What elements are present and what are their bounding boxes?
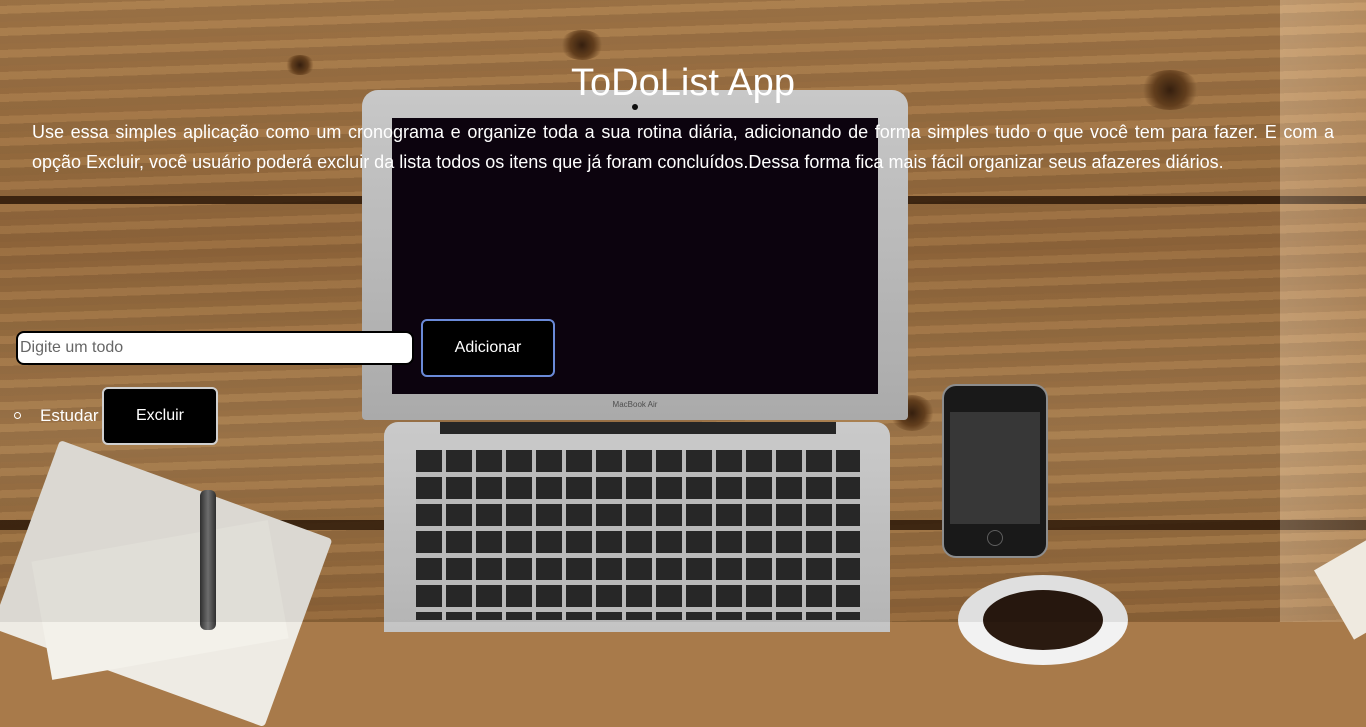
delete-button[interactable]: Excluir (102, 387, 218, 445)
todo-text: Estudar (40, 406, 99, 425)
todo-input[interactable] (16, 331, 414, 365)
app-container: ToDoList App Use essa simples aplicação … (0, 0, 1366, 622)
page-title: ToDoList App (571, 62, 795, 104)
app-description: Use essa simples aplicação como um crono… (32, 122, 1334, 172)
bullet-icon (14, 412, 21, 419)
add-button[interactable]: Adicionar (421, 319, 555, 377)
